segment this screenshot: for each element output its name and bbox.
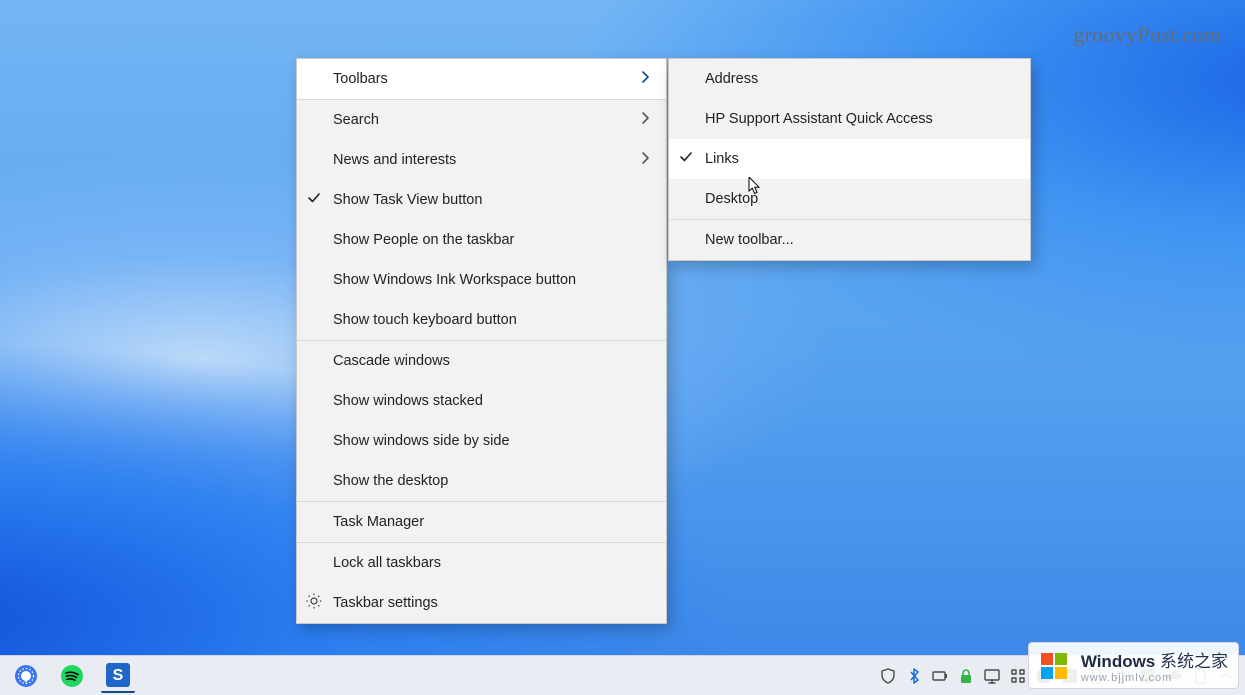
menu-item-label: Address [705,71,758,87]
menu-item-label: Show Task View button [333,192,482,208]
submenu-item-hp-support-assistant-quick-access[interactable]: HP Support Assistant Quick Access [669,99,1030,139]
watermark-brand: Windows [1081,652,1155,671]
chevron-right-icon [640,112,652,128]
menu-item-label: New toolbar... [705,232,794,248]
cursor-icon [748,177,762,197]
monitor-icon[interactable] [983,667,1001,685]
menu-item-show-windows-side-by-side[interactable]: Show windows side by side [297,421,666,461]
shield-icon[interactable] [879,667,897,685]
watermark-url: www.bjjmlv.com [1081,672,1228,684]
menu-item-label: Task Manager [333,514,424,530]
watermark-bottom: Windows 系统之家 www.bjjmlv.com [1028,642,1239,689]
menu-item-task-manager[interactable]: Task Manager [297,502,666,542]
toolbars-submenu: Address HP Support Assistant Quick Access… [668,58,1031,261]
menu-item-taskbar-settings[interactable]: Taskbar settings [297,583,666,623]
taskbar-app-signal-app[interactable] [6,656,46,695]
watermark-top: groovyPost.com [1073,22,1221,48]
watermark-tag: 系统之家 [1160,652,1228,671]
check-icon [679,150,693,168]
menu-item-label: HP Support Assistant Quick Access [705,111,933,127]
submenu-item-links[interactable]: Links [669,139,1030,179]
menu-item-label: Show Windows Ink Workspace button [333,272,576,288]
windows-logo-icon [1039,650,1071,682]
menu-item-label: Taskbar settings [333,595,438,611]
submenu-item-desktop[interactable]: Desktop [669,179,1030,219]
menu-item-label: Toolbars [333,71,388,87]
menu-item-label: News and interests [333,152,456,168]
chevron-right-icon [640,71,652,87]
taskbar-app-spotify-app[interactable] [52,656,92,695]
taskbar-left: S [6,656,138,695]
menu-item-show-windows-ink-workspace-button[interactable]: Show Windows Ink Workspace button [297,260,666,300]
menu-item-news-and-interests[interactable]: News and interests [297,140,666,180]
lock-icon[interactable] [957,667,975,685]
menu-item-show-task-view-button[interactable]: Show Task View button [297,180,666,220]
menu-item-label: Lock all taskbars [333,555,441,571]
menu-item-label: Show the desktop [333,473,448,489]
svg-text:S: S [113,667,124,684]
menu-item-cascade-windows[interactable]: Cascade windows [297,341,666,381]
menu-item-label: Search [333,112,379,128]
gear-icon [305,592,323,614]
grid-icon[interactable] [1009,667,1027,685]
menu-item-label: Cascade windows [333,353,450,369]
submenu-item-new-toolbar[interactable]: New toolbar... [669,220,1030,260]
menu-item-search[interactable]: Search [297,100,666,140]
menu-item-show-the-desktop[interactable]: Show the desktop [297,461,666,501]
menu-item-lock-all-taskbars[interactable]: Lock all taskbars [297,543,666,583]
menu-item-label: Show touch keyboard button [333,312,517,328]
bluetooth-icon[interactable] [905,667,923,685]
menu-item-toolbars[interactable]: Toolbars [297,59,666,99]
taskbar-context-menu: Toolbars Search News and interests Show Tas… [296,58,667,624]
menu-item-show-people-on-the-taskbar[interactable]: Show People on the taskbar [297,220,666,260]
battery-icon[interactable] [931,667,949,685]
taskbar-app-snagit-app[interactable]: S [98,656,138,695]
chevron-right-icon [640,152,652,168]
menu-item-show-touch-keyboard-button[interactable]: Show touch keyboard button [297,300,666,340]
menu-item-label: Show windows stacked [333,393,483,409]
menu-item-label: Show windows side by side [333,433,510,449]
menu-item-label: Show People on the taskbar [333,232,514,248]
menu-item-show-windows-stacked[interactable]: Show windows stacked [297,381,666,421]
check-icon [307,191,321,209]
submenu-item-address[interactable]: Address [669,59,1030,99]
menu-item-label: Links [705,151,739,167]
